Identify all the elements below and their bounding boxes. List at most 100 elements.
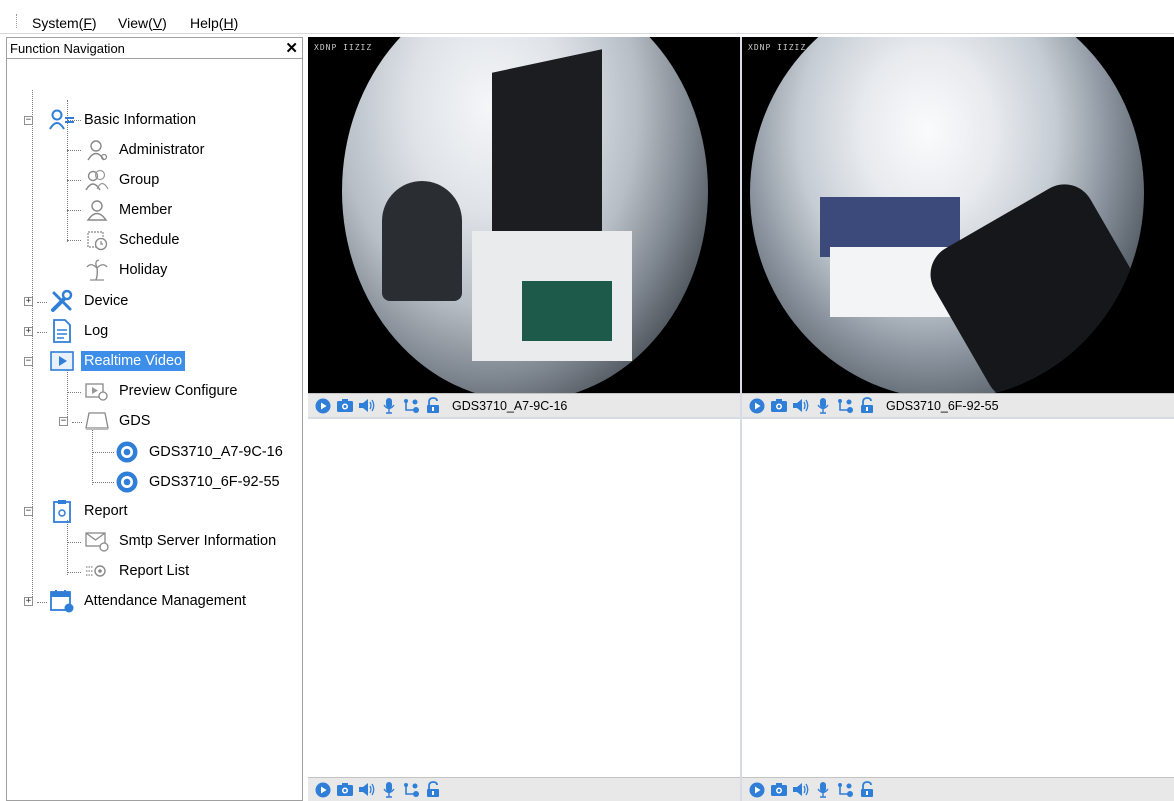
tree-item-log[interactable]: Log bbox=[49, 318, 111, 344]
device-group-icon bbox=[84, 408, 110, 434]
camera-icon bbox=[114, 469, 140, 495]
video-grid: XDNP IIZIZ GDS3710_A7-9C-16 XDNP IIZIZ G… bbox=[308, 37, 1174, 801]
tree-item-gds[interactable]: GDS bbox=[84, 408, 153, 434]
tree-item-label: Group bbox=[119, 172, 160, 188]
user-list-icon bbox=[49, 107, 75, 133]
tree-item-group[interactable]: Group bbox=[84, 167, 162, 193]
video-cell-4[interactable] bbox=[742, 419, 1174, 801]
ptz-icon[interactable] bbox=[834, 395, 856, 417]
tree-item-schedule[interactable]: Schedule bbox=[84, 227, 182, 253]
speaker-icon[interactable] bbox=[790, 395, 812, 417]
schedule-icon bbox=[84, 227, 110, 253]
empty-video-area bbox=[742, 419, 1174, 777]
speaker-icon[interactable] bbox=[356, 395, 378, 417]
tree-item-preview-configure[interactable]: Preview Configure bbox=[84, 378, 240, 404]
snapshot-icon[interactable] bbox=[768, 395, 790, 417]
document-icon bbox=[49, 318, 75, 344]
tree-item-attendance-management[interactable]: Attendance Management bbox=[49, 588, 249, 614]
camera-name: GDS3710_6F-92-55 bbox=[886, 398, 999, 413]
tree-item-label: Preview Configure bbox=[119, 383, 238, 399]
unlock-icon[interactable] bbox=[856, 395, 878, 417]
tree-item-basic-information[interactable]: Basic Information bbox=[49, 107, 199, 133]
play-icon[interactable] bbox=[312, 779, 334, 801]
tree-item-label: Basic Information bbox=[84, 112, 197, 128]
tree-item-label: Report bbox=[84, 503, 128, 519]
tree-item-label: Report List bbox=[119, 563, 190, 579]
empty-video-area bbox=[308, 419, 740, 777]
close-icon[interactable]: ✕ bbox=[285, 39, 298, 57]
microphone-icon[interactable] bbox=[812, 779, 834, 801]
microphone-icon[interactable] bbox=[378, 395, 400, 417]
video-control-bar: GDS3710_A7-9C-16 bbox=[308, 393, 740, 417]
video-cell-2[interactable]: XDNP IIZIZ GDS3710_6F-92-55 bbox=[742, 37, 1174, 417]
collapse-realtime-video[interactable]: − bbox=[24, 357, 33, 366]
member-icon bbox=[84, 197, 110, 223]
tree-item-device[interactable]: Device bbox=[49, 288, 131, 314]
administrator-icon bbox=[84, 137, 110, 163]
expand-attendance-management[interactable]: + bbox=[24, 597, 33, 606]
play-icon[interactable] bbox=[312, 395, 334, 417]
speaker-icon[interactable] bbox=[356, 779, 378, 801]
tree-item-label: Realtime Video bbox=[81, 351, 186, 371]
menu-help[interactable]: Help(H) bbox=[190, 15, 238, 31]
tree-item-holiday[interactable]: Holiday bbox=[84, 257, 170, 283]
collapse-basic-information[interactable]: − bbox=[24, 116, 33, 125]
tree-item-label: Holiday bbox=[119, 262, 168, 278]
video-cell-1[interactable]: XDNP IIZIZ GDS3710_A7-9C-16 bbox=[308, 37, 740, 417]
tree-item-label: Attendance Management bbox=[84, 593, 247, 609]
tree-item-report-list[interactable]: Report List bbox=[84, 558, 192, 584]
speaker-icon[interactable] bbox=[790, 779, 812, 801]
menu-system[interactable]: System(F) bbox=[32, 15, 97, 31]
collapse-gds[interactable]: − bbox=[59, 417, 68, 426]
menu-bar: System(F) View(V) Help(H) bbox=[0, 0, 1174, 34]
video-cell-3[interactable] bbox=[308, 419, 740, 801]
expand-device[interactable]: + bbox=[24, 297, 33, 306]
calendar-icon bbox=[49, 588, 75, 614]
nav-title: Function Navigation bbox=[10, 41, 125, 56]
fisheye-image bbox=[750, 37, 1144, 393]
report-list-icon bbox=[84, 558, 110, 584]
tools-icon bbox=[49, 288, 75, 314]
video-control-bar: GDS3710_6F-92-55 bbox=[742, 393, 1174, 417]
play-icon[interactable] bbox=[746, 779, 768, 801]
tree-item-camera-gds3710-6f-92-55[interactable]: GDS3710_6F-92-55 bbox=[114, 469, 283, 495]
snapshot-icon[interactable] bbox=[334, 395, 356, 417]
camera-feed: XDNP IIZIZ bbox=[742, 37, 1174, 393]
camera-feed: XDNP IIZIZ bbox=[308, 37, 740, 393]
ptz-icon[interactable] bbox=[400, 395, 422, 417]
tree-item-smtp-server-information[interactable]: Smtp Server Information bbox=[84, 528, 279, 554]
tree-item-label: Schedule bbox=[119, 232, 180, 248]
unlock-icon[interactable] bbox=[422, 395, 444, 417]
play-icon[interactable] bbox=[746, 395, 768, 417]
clipboard-icon bbox=[49, 498, 75, 524]
camera-timestamp: XDNP IIZIZ bbox=[314, 43, 373, 52]
tree-item-label: Administrator bbox=[119, 142, 205, 158]
preview-configure-icon bbox=[84, 378, 110, 404]
menu-view[interactable]: View(V) bbox=[118, 15, 167, 31]
video-play-icon bbox=[49, 348, 75, 374]
microphone-icon[interactable] bbox=[378, 779, 400, 801]
snapshot-icon[interactable] bbox=[768, 779, 790, 801]
snapshot-icon[interactable] bbox=[334, 779, 356, 801]
collapse-report[interactable]: − bbox=[24, 507, 33, 516]
tree-item-camera-gds3710-a7-9c-16[interactable]: GDS3710_A7-9C-16 bbox=[114, 439, 286, 465]
tree-item-label: Log bbox=[84, 323, 109, 339]
ptz-icon[interactable] bbox=[400, 779, 422, 801]
unlock-icon[interactable] bbox=[856, 779, 878, 801]
group-icon bbox=[84, 167, 110, 193]
camera-icon bbox=[114, 439, 140, 465]
tree-item-label: Device bbox=[84, 293, 129, 309]
unlock-icon[interactable] bbox=[422, 779, 444, 801]
tree-item-realtime-video[interactable]: Realtime Video bbox=[49, 348, 186, 374]
tree-item-report[interactable]: Report bbox=[49, 498, 131, 524]
camera-timestamp: XDNP IIZIZ bbox=[748, 43, 807, 52]
video-control-bar bbox=[742, 777, 1174, 801]
nav-header: Function Navigation ✕ bbox=[7, 38, 302, 59]
ptz-icon[interactable] bbox=[834, 779, 856, 801]
tree-item-member[interactable]: Member bbox=[84, 197, 175, 223]
palm-tree-icon bbox=[84, 257, 110, 283]
tree-item-administrator[interactable]: Administrator bbox=[84, 137, 207, 163]
microphone-icon[interactable] bbox=[812, 395, 834, 417]
mail-settings-icon bbox=[84, 528, 110, 554]
expand-log[interactable]: + bbox=[24, 327, 33, 336]
